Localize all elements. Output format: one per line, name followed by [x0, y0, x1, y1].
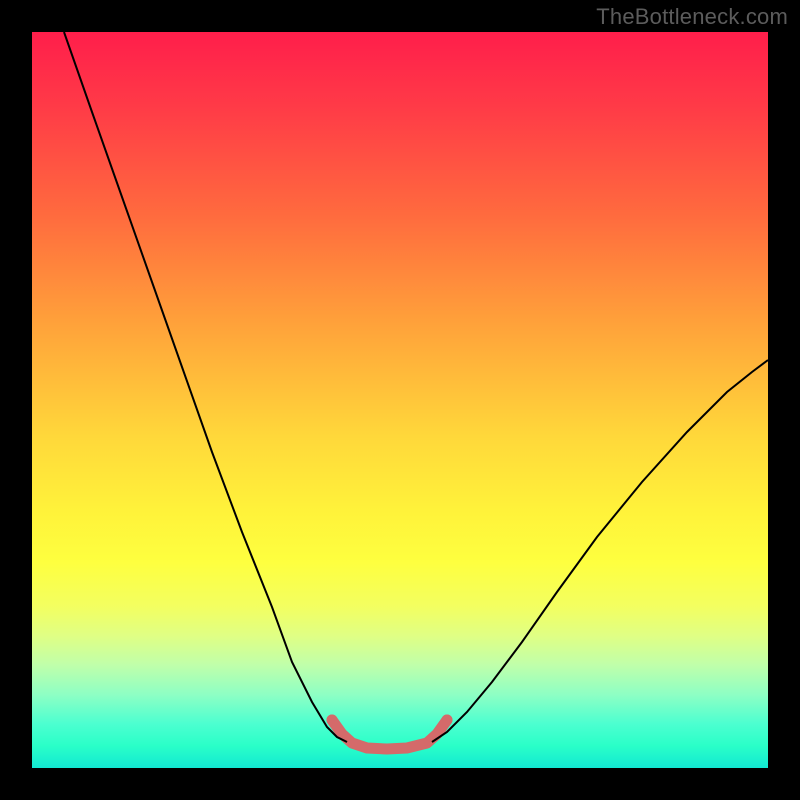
series-right-curve — [432, 360, 768, 742]
series-floor-marker — [332, 720, 447, 749]
watermark-label: TheBottleneck.com — [596, 4, 788, 30]
floor-marker-end-0 — [327, 715, 338, 726]
chart-frame: TheBottleneck.com — [0, 0, 800, 800]
series-left-curve — [64, 32, 347, 742]
curves-svg — [32, 32, 768, 768]
floor-marker-end-1 — [442, 715, 453, 726]
plot-area — [32, 32, 768, 768]
